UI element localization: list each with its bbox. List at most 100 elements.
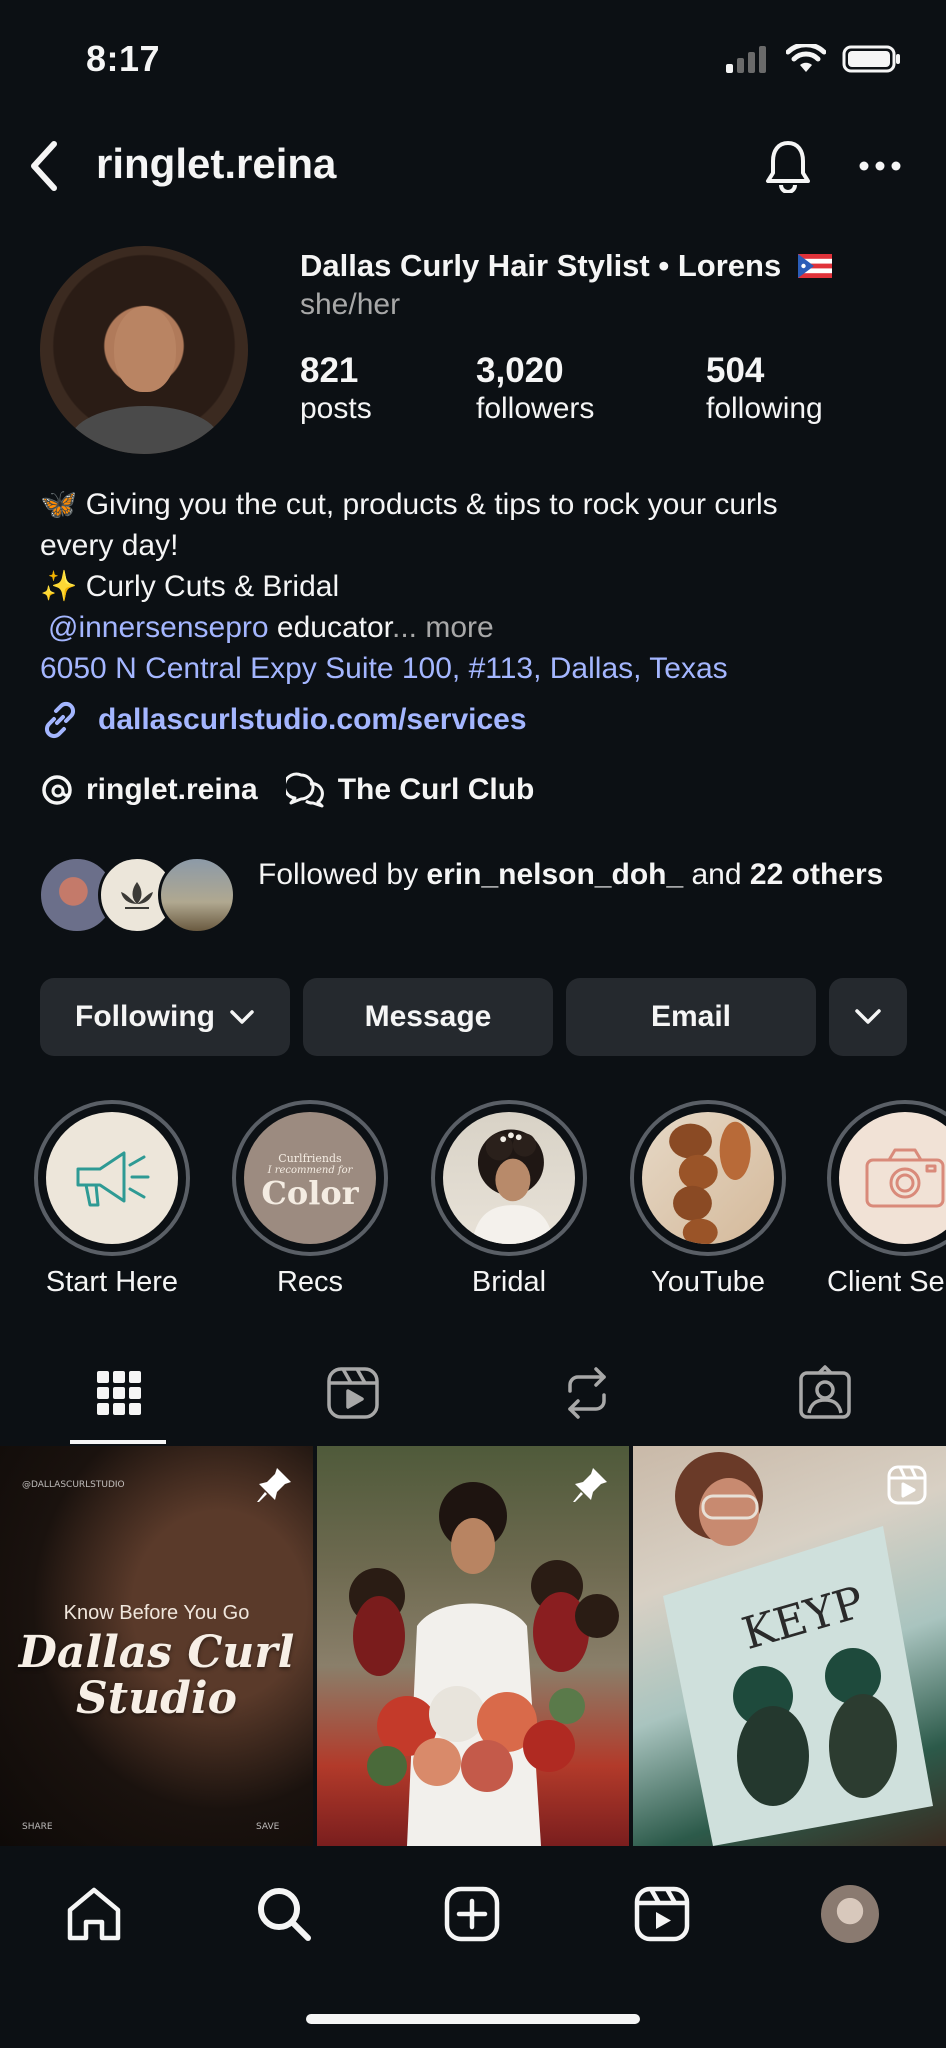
reel-icon <box>886 1464 928 1511</box>
page-title: ringlet.reina <box>96 140 337 187</box>
followed-by-others: others <box>791 858 884 891</box>
nav-search[interactable] <box>244 1874 324 1954</box>
website-link-text: dallascurlstudio.com/services <box>98 703 527 736</box>
email-button-label: Email <box>650 1000 732 1033</box>
search-icon <box>258 1888 311 1941</box>
suggested-accounts-button[interactable] <box>829 978 907 1056</box>
tab-grid[interactable] <box>74 1358 164 1428</box>
followed-by-and: and <box>691 858 742 891</box>
notifications-button[interactable] <box>758 134 818 198</box>
profile-tabs <box>0 1340 946 1446</box>
profile-header: ringlet.reina <box>0 130 946 204</box>
highlight-bridal[interactable]: Bridal <box>429 1100 589 1299</box>
post-tile[interactable]: @DALLASCURLSTUDIO Know Before You Go Dal… <box>0 1446 313 1846</box>
wifi-icon <box>786 44 826 72</box>
nav-reels[interactable] <box>622 1874 702 1954</box>
profile-avatar[interactable] <box>40 246 248 454</box>
curl-photo-image <box>669 1121 751 1244</box>
bio-line-3: ✨ Curly Cuts & Bridal <box>40 566 920 607</box>
email-button[interactable]: Email <box>566 978 816 1056</box>
channel-chip[interactable]: The Curl Club <box>285 772 535 808</box>
battery-icon <box>842 45 900 73</box>
repost-icon <box>568 1367 606 1419</box>
bio-line-2: every day! <box>40 529 179 562</box>
pinned-icon <box>569 1464 611 1511</box>
back-button[interactable] <box>18 136 68 196</box>
mention-link[interactable]: @innersensepro <box>48 611 269 644</box>
highlight-client-selfies[interactable]: Client Sel <box>827 1100 946 1299</box>
recs-big-text: Color <box>261 1174 359 1212</box>
tab-tagged[interactable] <box>780 1358 870 1428</box>
puerto-rico-flag-icon <box>797 254 832 278</box>
highlight-label: Start Here <box>45 1266 179 1298</box>
post-title-line-1: Dallas Curl <box>18 1627 295 1678</box>
megaphone-icon <box>76 1151 150 1207</box>
butterfly-emoji: 🦋 <box>40 488 78 521</box>
more-horizontal-icon <box>859 161 901 171</box>
reels-icon <box>327 1367 379 1419</box>
channel-name: The Curl Club <box>337 773 535 806</box>
stat-posts[interactable]: 821 posts <box>300 351 372 427</box>
bio-ellipsis: ... <box>392 611 418 644</box>
highlight-label: Client Sel <box>827 1266 946 1298</box>
tab-reposts[interactable] <box>542 1358 632 1428</box>
status-icons <box>724 44 902 74</box>
display-name-text: Dallas Curly Hair Stylist • Lorens <box>300 248 782 283</box>
post-title-line-2: Studio <box>76 1673 237 1724</box>
bridal-photo-image <box>472 1129 554 1244</box>
bio-line-1-text: Giving you the cut, products & tips to r… <box>85 488 778 521</box>
tagged-person-icon <box>799 1365 851 1419</box>
followed-by[interactable]: Followed by erin_nelson_doh_ and 22 othe… <box>38 854 918 944</box>
stat-followers-label: followers <box>476 391 595 425</box>
post-tile[interactable] <box>316 1446 630 1846</box>
message-button[interactable]: Message <box>303 978 553 1056</box>
bio-line-3-text: Curly Cuts & Bridal <box>85 570 340 603</box>
home-icon <box>67 1887 121 1941</box>
more-options-button[interactable] <box>850 134 910 198</box>
chevron-down-icon <box>230 1010 254 1024</box>
post-title: Dallas Curl Studio <box>0 1630 313 1722</box>
chevron-left-icon <box>31 141 57 191</box>
followed-by-name[interactable]: erin_nelson_doh_ <box>426 858 683 891</box>
profile-bio: 🦋 Giving you the cut, products & tips to… <box>40 484 920 689</box>
chevron-down-icon <box>855 1009 881 1024</box>
highlight-recs[interactable]: Curlfriends I recommend for Color Recs <box>230 1100 390 1299</box>
post-share-label: SHARE <box>22 1822 53 1832</box>
cellular-signal-icon <box>726 46 766 73</box>
bio-line-4: @innersensepro educator... more <box>40 607 920 648</box>
tab-reels[interactable] <box>308 1358 398 1428</box>
nav-create[interactable] <box>432 1874 512 1954</box>
highlight-youtube[interactable]: YouTube <box>628 1100 788 1299</box>
followed-by-text: Followed by erin_nelson_doh_ and 22 othe… <box>258 854 918 895</box>
stat-followers[interactable]: 3,020 followers <box>476 351 595 427</box>
following-button[interactable]: Following <box>40 978 290 1056</box>
threads-chip[interactable]: ringlet.reina <box>40 773 258 807</box>
link-icon <box>44 701 76 739</box>
stat-following[interactable]: 504 following <box>706 351 823 427</box>
nav-home[interactable] <box>54 1874 134 1954</box>
followed-by-count: 22 <box>749 858 784 891</box>
bio-line-1: 🦋 Giving you the cut, products & tips to… <box>40 484 920 525</box>
threads-username: ringlet.reina <box>86 773 258 806</box>
message-button-label: Message <box>364 1000 492 1033</box>
post-handle: @DALLASCURLSTUDIO <box>22 1480 125 1490</box>
home-indicator <box>306 2014 640 2024</box>
website-link[interactable]: dallascurlstudio.com/services <box>40 700 527 740</box>
highlight-start-here[interactable]: Start Here <box>32 1100 192 1299</box>
threads-icon <box>42 775 72 805</box>
camera-icon <box>865 1148 945 1208</box>
bio-more-link[interactable]: more <box>425 611 493 644</box>
status-bar: 8:17 <box>0 0 946 120</box>
post-save-label: SAVE <box>256 1822 280 1832</box>
highlight-label: YouTube <box>651 1266 765 1298</box>
following-button-label: Following <box>75 1000 215 1033</box>
recs-small-text: Curlfriends <box>278 1152 342 1165</box>
followed-by-prefix: Followed by <box>258 858 419 891</box>
address-link[interactable]: 6050 N Central Expy Suite 100, #113, Dal… <box>40 648 920 689</box>
pinned-icon <box>253 1464 295 1511</box>
follower-avatar-3 <box>158 856 236 934</box>
stat-posts-value: 821 <box>300 351 359 390</box>
post-tile[interactable]: KEYP <box>633 1446 946 1846</box>
stat-posts-label: posts <box>300 391 372 425</box>
nav-profile[interactable] <box>810 1874 890 1954</box>
